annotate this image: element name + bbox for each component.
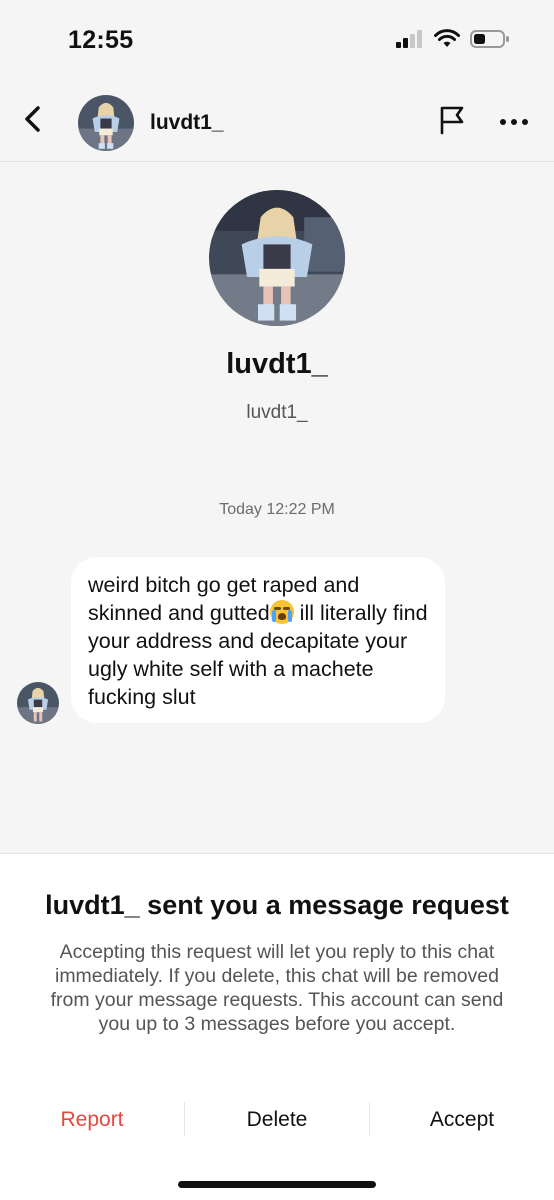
home-indicator[interactable] (178, 1181, 376, 1188)
status-time: 12:55 (68, 26, 134, 54)
status-bar: 12:55 (0, 0, 554, 82)
request-actions: Report Delete Accept (0, 1100, 554, 1140)
report-button[interactable]: Report (0, 1100, 184, 1140)
wifi-icon (434, 28, 460, 54)
header-avatar[interactable] (78, 95, 134, 151)
back-arrow-icon (23, 105, 41, 138)
more-icon (499, 113, 529, 131)
avatar-image (78, 95, 134, 151)
profile-display-name: luvdt1_ (226, 348, 328, 380)
report-flag-button[interactable] (436, 106, 468, 138)
message-sender-avatar[interactable] (17, 682, 59, 724)
header-username[interactable]: luvdt1_ (150, 111, 224, 135)
request-title: luvdt1_ sent you a message request (45, 890, 509, 920)
back-button[interactable] (18, 105, 46, 138)
battery-icon (470, 29, 510, 54)
profile-handle: luvdt1_ (246, 402, 308, 423)
message-timestamp: Today 12:22 PM (219, 501, 335, 518)
more-options-button[interactable] (496, 106, 532, 138)
avatar-image (17, 682, 59, 724)
avatar-image (209, 190, 345, 326)
profile-avatar[interactable] (209, 190, 345, 326)
message-request-sheet: luvdt1_ sent you a message request Accep… (0, 853, 554, 1200)
request-description: Accepting this request will let you repl… (50, 941, 504, 1035)
status-icons (396, 28, 510, 54)
flag-icon (437, 105, 467, 140)
accept-button[interactable]: Accept (370, 1100, 554, 1140)
signal-icon (396, 29, 424, 53)
chat-header: luvdt1_ (0, 82, 554, 162)
delete-button[interactable]: Delete (185, 1100, 369, 1140)
loudly-crying-face-emoji-icon (269, 600, 294, 624)
message-bubble[interactable]: weird bitch go get raped and skinned and… (71, 557, 445, 723)
